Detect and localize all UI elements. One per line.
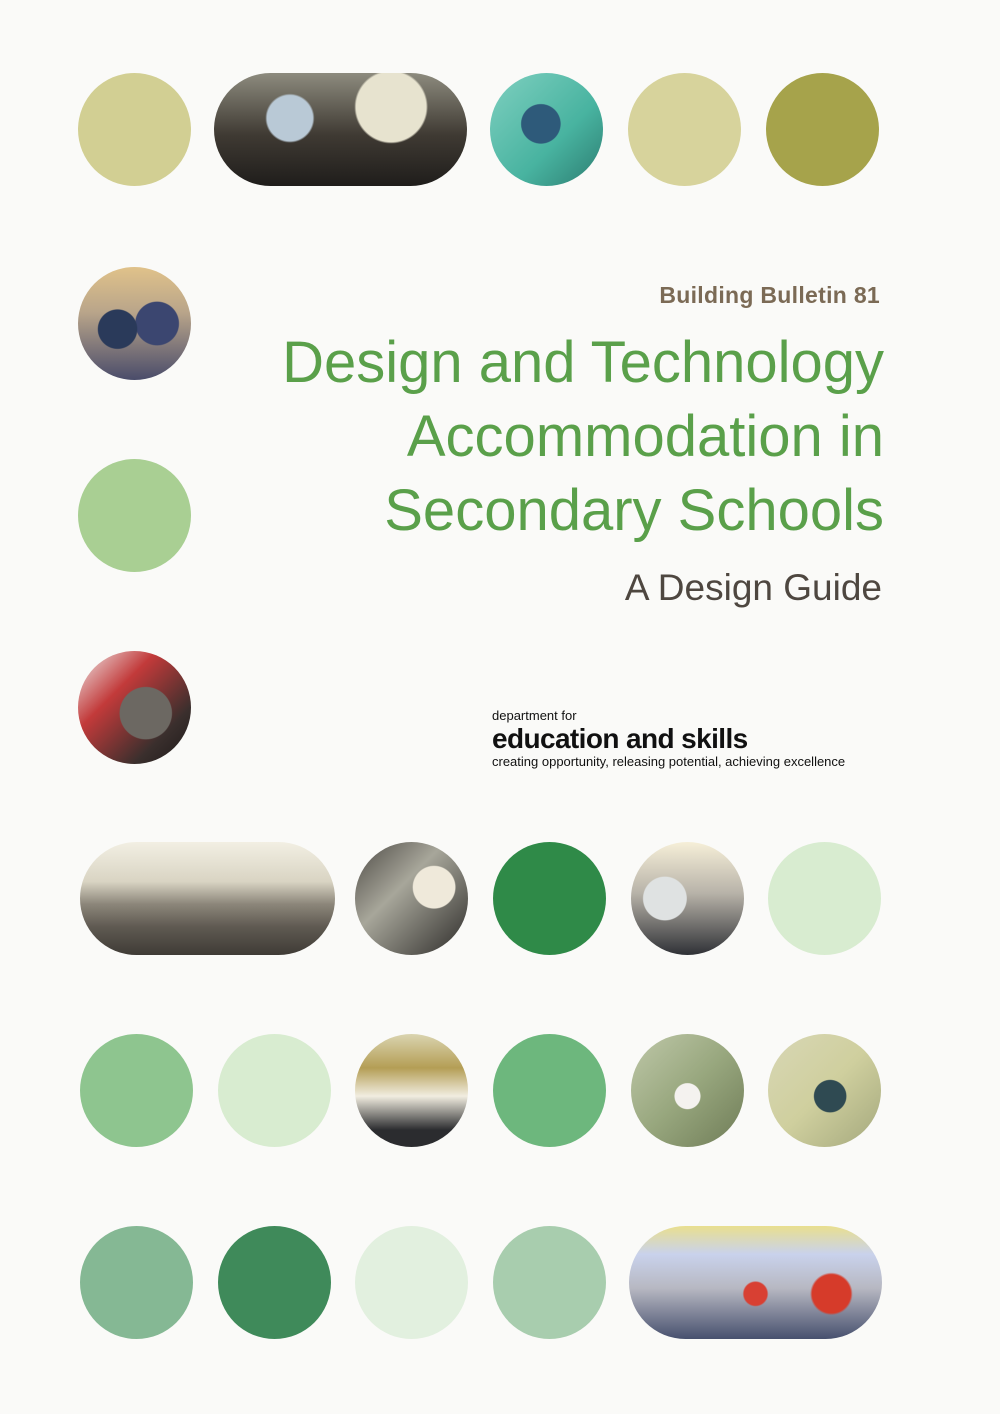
- green-grey-circle: [80, 1226, 193, 1339]
- food-room-photo: [629, 1226, 882, 1339]
- publisher-prefix: department for: [492, 708, 577, 723]
- green-grey-circle: [493, 1226, 606, 1339]
- green-pale-circle: [355, 1226, 468, 1339]
- equipment-photo: [631, 842, 744, 955]
- storage-photo: [355, 1034, 468, 1147]
- cover-page: Building Bulletin 81 Design and Technolo…: [0, 0, 1000, 1414]
- classroom-photo: [214, 73, 467, 186]
- workshop-photo: [80, 842, 335, 955]
- handwashing-photo: [631, 1034, 744, 1147]
- cover-title: Design and Technology Accommodation in S…: [164, 326, 884, 548]
- green-mid-circle: [493, 1034, 606, 1147]
- machine-photo: [355, 842, 468, 955]
- publisher-tagline: creating opportunity, releasing potentia…: [492, 754, 846, 769]
- lathe-photo: [78, 651, 191, 764]
- title-line: Accommodation in: [406, 404, 884, 469]
- green-deep-circle: [218, 1226, 331, 1339]
- hands-photo: [768, 1034, 881, 1147]
- green-pale-circle: [768, 842, 881, 955]
- title-line: Secondary Schools: [384, 478, 884, 543]
- olive-dark-circle: [766, 73, 879, 186]
- green-dark-circle: [493, 842, 606, 955]
- olive-circle: [628, 73, 741, 186]
- green-mid-circle: [80, 1034, 193, 1147]
- green-pale-circle: [218, 1034, 331, 1147]
- cover-subtitle: A Design Guide: [624, 567, 882, 608]
- publisher-logo: department for education and skills crea…: [492, 708, 892, 769]
- olive-circle: [78, 73, 191, 186]
- series-label: Building Bulletin 81: [659, 282, 880, 308]
- teacher-photo: [490, 73, 603, 186]
- publisher-name: education and skills: [492, 723, 748, 754]
- title-line: Design and Technology: [282, 330, 884, 395]
